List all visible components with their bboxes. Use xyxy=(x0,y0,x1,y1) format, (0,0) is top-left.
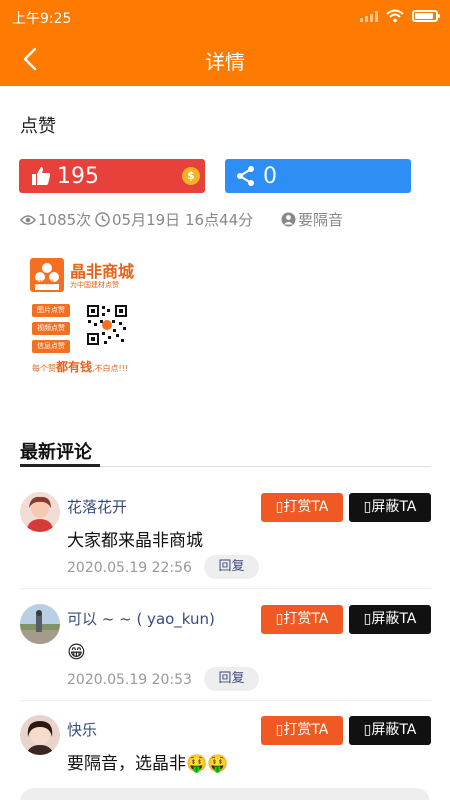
battery-icon xyxy=(412,10,440,22)
commenter-name[interactable]: 快乐 xyxy=(67,719,97,740)
comments-title: 最新评论 xyxy=(20,442,92,463)
comment-text: 要隔音，选晶非🤑🤑 xyxy=(67,754,229,774)
coin-icon: $ xyxy=(182,167,200,185)
user-icon xyxy=(281,212,296,227)
eye-icon xyxy=(20,214,36,225)
thumbs-up-icon xyxy=(32,167,51,185)
avatar[interactable] xyxy=(20,604,60,644)
post-meta: 1085次 05月19日 16点44分 要隔音 xyxy=(20,209,440,231)
nav-bar: 详情 xyxy=(0,32,450,86)
status-time: 上午9:25 xyxy=(12,11,72,27)
divider xyxy=(20,700,431,701)
logo-caption: 建材点赞 xyxy=(34,280,55,286)
post-author[interactable]: 要隔音 xyxy=(281,209,343,230)
avatar[interactable] xyxy=(20,715,60,755)
page-title: 详情 xyxy=(205,50,245,74)
ad-tag: 图片点赞 xyxy=(32,304,70,317)
comment-date: 2020.05.19 20:53 xyxy=(67,672,192,688)
comment-emoji: 😁 xyxy=(67,642,86,663)
wifi-icon xyxy=(386,9,404,23)
block-button[interactable]: ▯屏蔽TA xyxy=(349,605,431,634)
block-button[interactable]: ▯屏蔽TA xyxy=(349,493,431,522)
ad-banner-image[interactable]: 建材点赞 晶非商城 为中国建材点赞 图片点赞 视频点赞 信息点赞 每个赞都有钱,… xyxy=(30,252,160,382)
ad-slogan: 每个赞都有钱,不白点!!! xyxy=(32,360,129,374)
like-button[interactable]: 195 $ xyxy=(19,159,205,193)
comment-item: 可以 ~ ~ ( yao_kun) 😁 2020.05.19 20:53 回复 … xyxy=(0,600,450,710)
post-date: 05月19日 16点44分 xyxy=(95,209,253,230)
clock-icon xyxy=(95,212,110,227)
comment-item: 花落花开 大家都来晶非商城 2020.05.19 22:56 回复 ▯打赏TA … xyxy=(0,488,450,598)
ad-brand-sub: 为中国建材点赞 xyxy=(70,281,119,289)
share-icon xyxy=(237,166,254,186)
commenter-name[interactable]: 可以 ~ ~ ( yao_kun) xyxy=(67,608,215,629)
qr-code-icon xyxy=(86,304,128,346)
ad-tag: 信息点赞 xyxy=(32,340,70,353)
reply-button[interactable]: 回复 xyxy=(204,555,259,579)
divider xyxy=(20,588,431,589)
avatar[interactable] xyxy=(20,492,60,532)
status-bar: 上午9:25 xyxy=(0,0,450,32)
jingfei-logo xyxy=(30,258,64,292)
section-label: 点赞 xyxy=(20,116,56,137)
comment-text: 大家都来晶非商城 xyxy=(67,531,203,551)
block-button[interactable]: ▯屏蔽TA xyxy=(349,716,431,745)
share-count: 0 xyxy=(263,163,277,189)
ad-tag: 视频点赞 xyxy=(32,322,70,335)
tab-underline xyxy=(20,464,100,467)
reward-button[interactable]: ▯打赏TA xyxy=(261,605,343,634)
signal-icon xyxy=(360,10,378,22)
share-button[interactable]: 0 xyxy=(225,159,411,193)
like-count: 195 xyxy=(57,163,99,189)
comment-input-bar[interactable] xyxy=(20,788,430,800)
comment-date: 2020.05.19 22:56 xyxy=(67,560,192,576)
comment-item: 快乐 要隔音，选晶非🤑🤑 ▯打赏TA ▯屏蔽TA xyxy=(0,711,450,800)
reward-button[interactable]: ▯打赏TA xyxy=(261,716,343,745)
commenter-name[interactable]: 花落花开 xyxy=(67,496,127,517)
reply-button[interactable]: 回复 xyxy=(204,667,259,691)
ad-brand: 晶非商城 xyxy=(70,262,135,281)
view-count: 1085次 xyxy=(20,209,91,230)
reward-button[interactable]: ▯打赏TA xyxy=(261,493,343,522)
